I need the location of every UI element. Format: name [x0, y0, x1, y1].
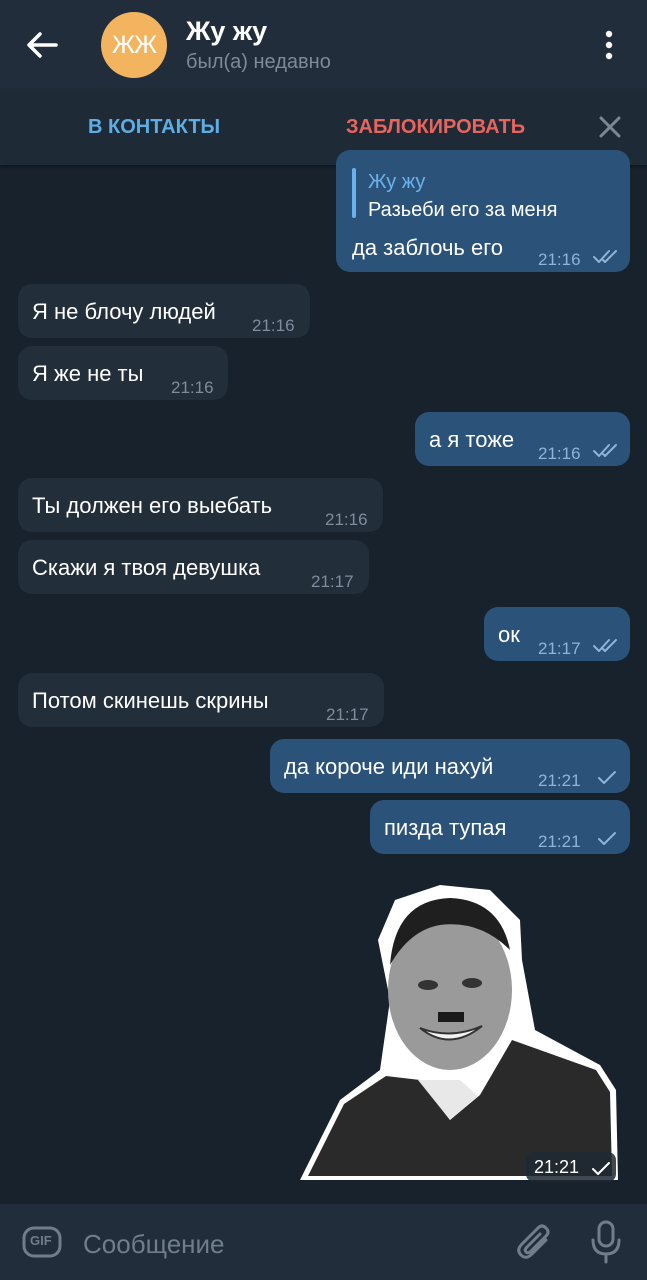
message-text: Потом скинешь скрины — [32, 688, 269, 713]
message-text: Ты должен его выебать — [32, 493, 273, 518]
message-bubble-out[interactable]: да короче иди нахуй 21:21 — [270, 739, 630, 793]
sticker-time-badge: 21:21 — [526, 1152, 616, 1182]
message-time: 21:21 — [538, 832, 581, 851]
double-check-icon — [593, 250, 617, 263]
reply-quote-bar — [352, 168, 356, 218]
message-text: да короче иди нахуй — [284, 754, 494, 779]
message-bubble-out[interactable]: Жу жу Разьеби его за меня да заблочь его… — [336, 150, 630, 272]
reply-author: Жу жу — [368, 171, 426, 193]
sticker-time: 21:21 — [534, 1157, 580, 1177]
single-check-icon — [598, 832, 616, 845]
message-time: 21:16 — [538, 444, 581, 463]
attach-paperclip-icon[interactable] — [516, 1222, 554, 1264]
message-time: 21:17 — [311, 572, 354, 591]
message-time: 21:17 — [538, 639, 581, 658]
message-time: 21:16 — [171, 378, 214, 397]
message-bubble-in[interactable]: Потом скинешь скрины 21:17 — [18, 673, 384, 727]
message-time: 21:16 — [252, 316, 295, 335]
message-bubble-out[interactable]: пизда тупая 21:21 — [370, 800, 630, 854]
message-bubble-in[interactable]: Скажи я твоя девушка 21:17 — [18, 540, 369, 594]
single-check-icon — [592, 1162, 610, 1175]
avatar[interactable]: ЖЖ — [101, 12, 167, 78]
chat-header: ЖЖ Жу жу был(а) недавно — [0, 0, 647, 90]
message-text: Я не блочу людей — [32, 299, 216, 324]
message-text: ок — [498, 622, 520, 647]
message-text: а я тоже — [429, 427, 515, 452]
reply-text: Разьеби его за меня — [368, 199, 558, 221]
message-bubble-out[interactable]: а я тоже 21:16 — [415, 412, 630, 466]
message-time: 21:16 — [538, 250, 581, 269]
message-text: да заблочь его — [352, 235, 504, 260]
message-time: 21:16 — [325, 510, 368, 529]
chat-status: был(а) недавно — [186, 51, 331, 73]
message-text: Скажи я твоя девушка — [32, 555, 261, 580]
double-check-icon — [593, 444, 617, 457]
gif-button[interactable]: GIF — [22, 1225, 62, 1259]
message-bubble-out[interactable]: ок 21:17 — [484, 607, 630, 661]
message-input-bar: GIF Сообщение — [0, 1204, 647, 1280]
chat-title[interactable]: Жу жу — [186, 16, 267, 47]
single-check-icon — [598, 771, 616, 784]
more-menu-icon[interactable] — [594, 28, 624, 62]
message-time: 21:17 — [326, 705, 369, 724]
message-bubble-in[interactable]: Я не блочу людей 21:16 — [18, 284, 310, 338]
message-bubble-in[interactable]: Ты должен его выебать 21:16 — [18, 478, 383, 532]
sticker-portrait-icon[interactable] — [300, 880, 620, 1185]
message-time: 21:21 — [538, 771, 581, 790]
close-icon[interactable] — [596, 113, 624, 141]
message-text: пизда тупая — [384, 815, 507, 840]
double-check-icon — [593, 639, 617, 652]
microphone-icon[interactable] — [590, 1220, 622, 1264]
back-arrow-icon[interactable] — [22, 25, 62, 65]
message-bubble-in[interactable]: Я же не ты 21:16 — [18, 346, 228, 400]
message-input[interactable]: Сообщение — [83, 1229, 225, 1260]
message-text: Я же не ты — [32, 361, 144, 386]
add-contact-button[interactable]: В КОНТАКТЫ — [88, 116, 220, 139]
gif-label: GIF — [30, 1233, 52, 1248]
block-button[interactable]: ЗАБЛОКИРОВАТЬ — [346, 116, 525, 139]
